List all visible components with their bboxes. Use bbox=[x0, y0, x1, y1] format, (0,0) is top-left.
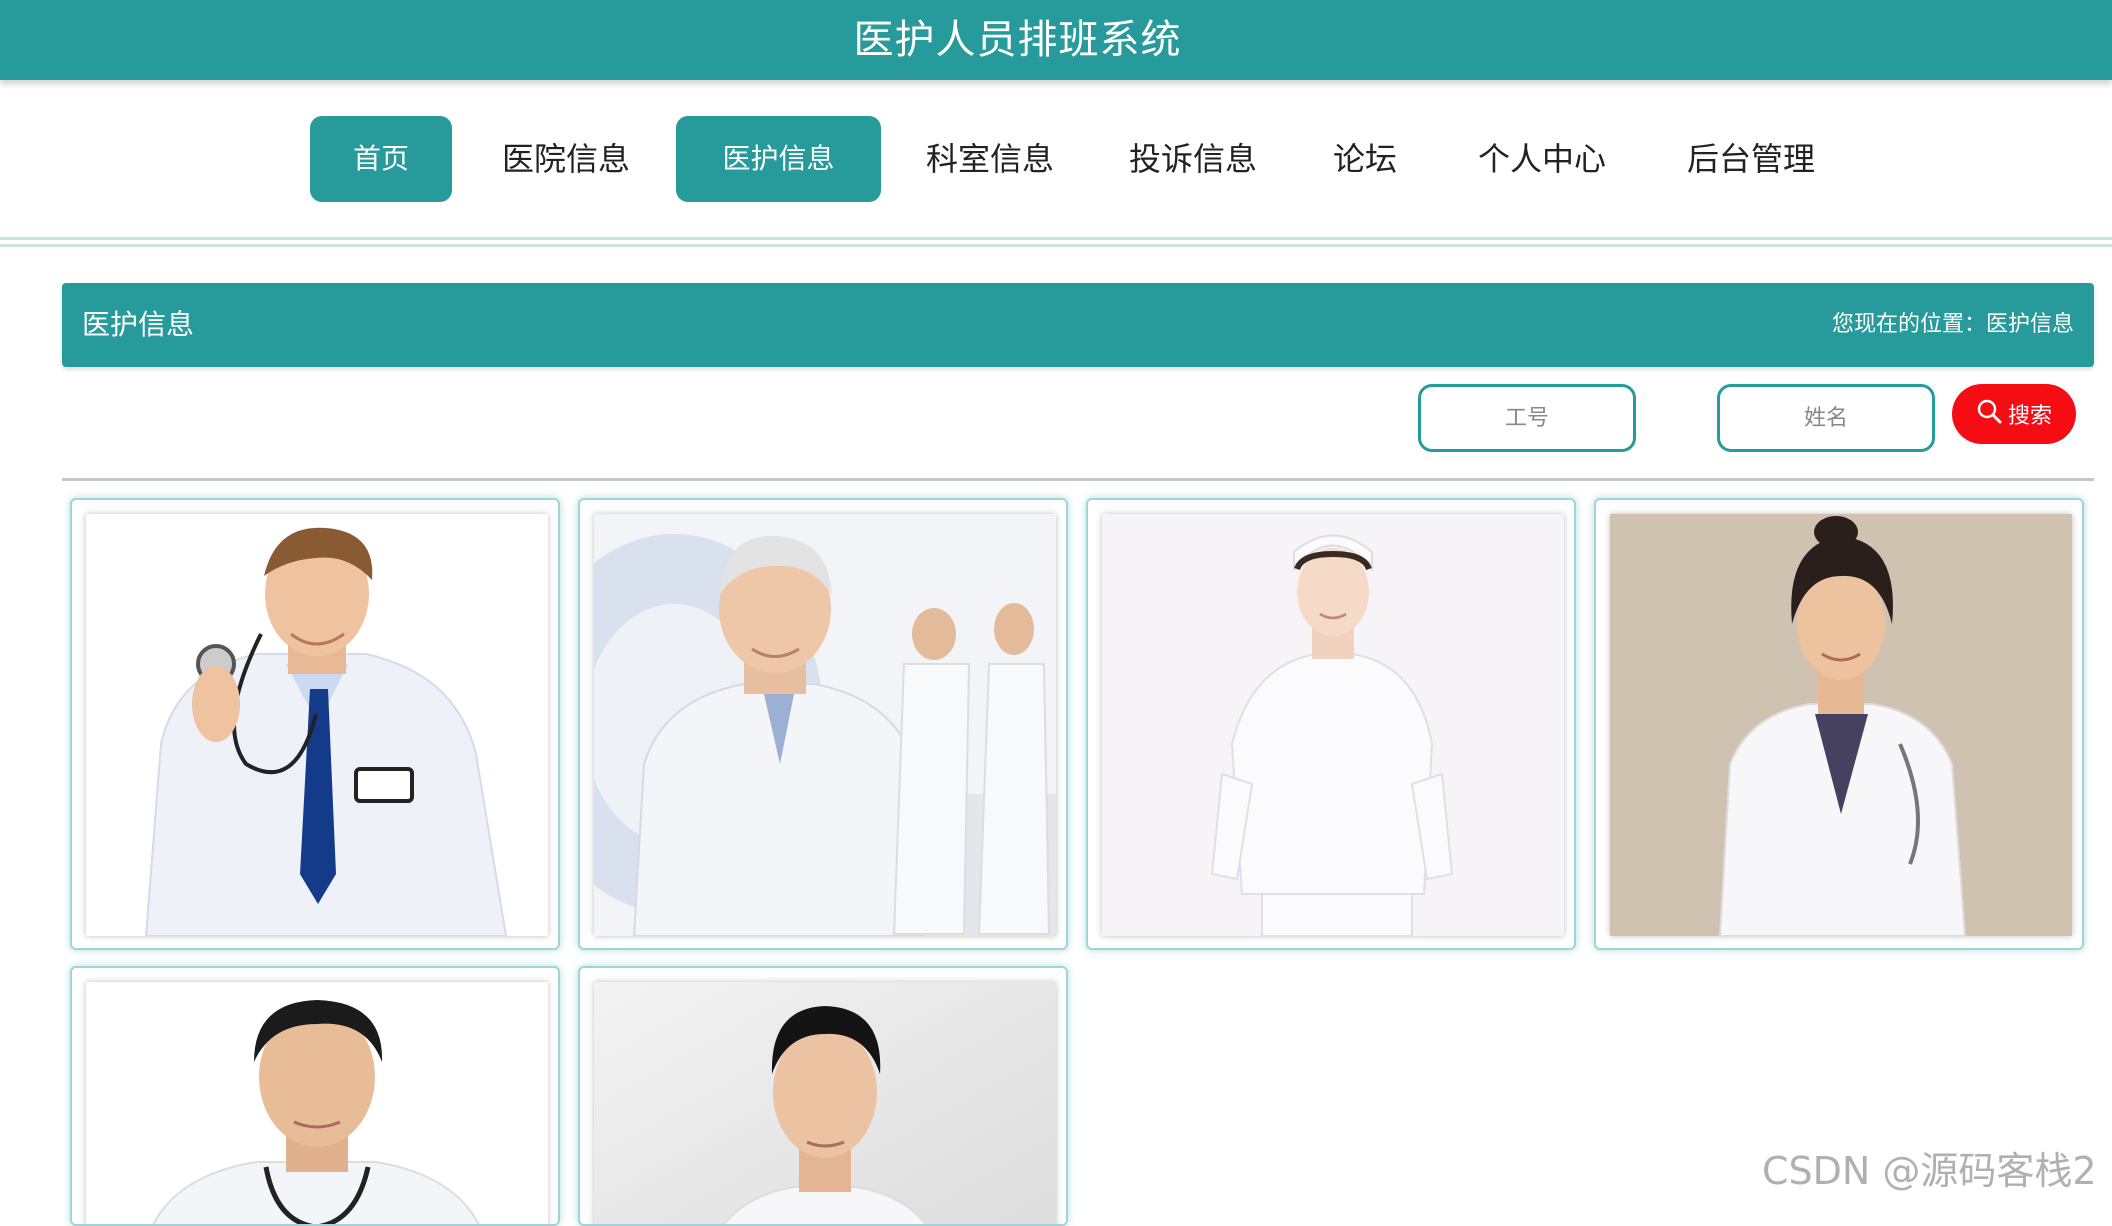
nurse-in-white-uniform-photo bbox=[1102, 514, 1564, 936]
nav-item-medical-staff-info[interactable]: 医护信息 bbox=[676, 116, 881, 202]
nav-item-department-info[interactable]: 科室信息 bbox=[904, 116, 1076, 202]
top-header-bar: 医护人员排班系统 bbox=[0, 0, 2112, 80]
search-button[interactable]: 搜索 bbox=[1952, 384, 2076, 444]
watermark: CSDN @源码客栈2 bbox=[1762, 1149, 2097, 1193]
nav-item-complaint-info[interactable]: 投诉信息 bbox=[1107, 116, 1279, 202]
staff-card[interactable] bbox=[1086, 498, 1576, 950]
breadcrumb: 您现在的位置：医护信息 bbox=[1831, 312, 2074, 337]
female-doctor-photo bbox=[1610, 514, 2072, 936]
staff-id-input[interactable] bbox=[1418, 384, 1636, 452]
nav-divider bbox=[0, 237, 2112, 247]
nav-item-hospital-info[interactable]: 医院信息 bbox=[480, 116, 652, 202]
young-male-doctor-photo bbox=[86, 982, 548, 1224]
main-nav: 首页 医院信息 医护信息 科室信息 投诉信息 论坛 个人中心 后台管理 bbox=[0, 116, 2112, 202]
site-title: 医护人员排班系统 bbox=[853, 17, 1182, 63]
nav-item-home[interactable]: 首页 bbox=[310, 116, 452, 202]
male-doctor-with-stethoscope-photo bbox=[86, 514, 548, 936]
male-doctor-portrait-photo bbox=[594, 982, 1056, 1224]
staff-card[interactable] bbox=[578, 966, 1068, 1226]
name-input[interactable] bbox=[1717, 384, 1935, 452]
nav-item-personal-center[interactable]: 个人中心 bbox=[1456, 116, 1628, 202]
content-divider bbox=[62, 478, 2094, 481]
section-header: 医护信息 您现在的位置：医护信息 bbox=[62, 283, 2094, 367]
senior-doctor-hospital-photo bbox=[594, 514, 1056, 936]
staff-card[interactable] bbox=[1594, 498, 2084, 950]
staff-card[interactable] bbox=[70, 966, 560, 1226]
staff-card[interactable] bbox=[578, 498, 1068, 950]
section-title: 医护信息 bbox=[82, 308, 195, 341]
staff-card[interactable] bbox=[70, 498, 560, 950]
nav-item-forum[interactable]: 论坛 bbox=[1300, 116, 1430, 202]
search-icon bbox=[1976, 398, 2002, 430]
nav-item-admin[interactable]: 后台管理 bbox=[1665, 116, 1837, 202]
search-button-label: 搜索 bbox=[2007, 404, 2052, 429]
